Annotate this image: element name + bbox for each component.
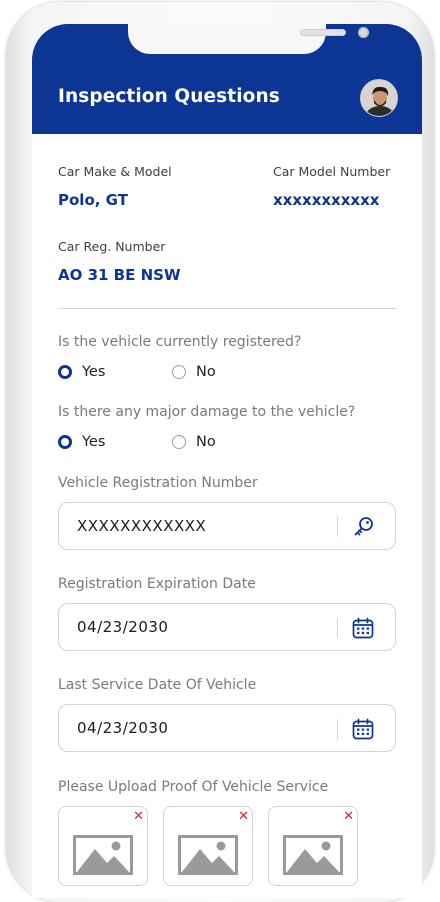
upload-proof-label: Please Upload Proof Of Vehicle Service: [58, 779, 329, 795]
last-service-date-field[interactable]: 04/23/2030: [58, 704, 396, 752]
car-model-number-value: xxxxxxxxxxx: [273, 191, 380, 209]
section-divider: [58, 308, 396, 309]
radio-selected-icon: [58, 435, 72, 449]
car-make-model-label: Car Make & Model: [58, 164, 172, 179]
expiration-date-label: Registration Expiration Date: [58, 576, 256, 592]
registration-number-value: XXXXXXXXXXXX: [77, 517, 207, 535]
radio-label: No: [196, 364, 216, 380]
key-icon[interactable]: [349, 513, 377, 541]
remove-icon[interactable]: ✕: [343, 809, 354, 824]
calendar-icon[interactable]: [349, 715, 377, 743]
car-reg-value: AO 31 BE NSW: [58, 266, 181, 284]
app-screen: Inspection Questions Car Make & Model Po…: [32, 24, 422, 898]
upload-thumbnail[interactable]: ✕: [268, 806, 358, 886]
field-separator: [337, 719, 338, 739]
phone-frame: Inspection Questions Car Make & Model Po…: [6, 2, 434, 902]
radio-label: No: [196, 434, 216, 450]
car-model-number-label: Car Model Number: [273, 164, 391, 179]
device-notch: [128, 24, 369, 54]
page-title: Inspection Questions: [58, 86, 280, 107]
question-damage: Is there any major damage to the vehicle…: [58, 404, 356, 420]
expiration-date-value: 04/23/2030: [77, 618, 169, 636]
question-registered: Is the vehicle currently registered?: [58, 334, 302, 350]
registration-number-field[interactable]: XXXXXXXXXXXX: [58, 502, 396, 550]
avatar[interactable]: [360, 79, 398, 117]
car-make-model-value: Polo, GT: [58, 191, 128, 209]
radio-unselected-icon: [172, 365, 186, 379]
field-separator: [337, 517, 338, 537]
remove-icon[interactable]: ✕: [133, 809, 144, 824]
radio-damage-no[interactable]: No: [172, 434, 216, 450]
car-reg-label: Car Reg. Number: [58, 239, 166, 254]
image-placeholder-icon: [73, 835, 133, 875]
field-separator: [337, 618, 338, 638]
calendar-icon[interactable]: [349, 614, 377, 642]
radio-registered-yes[interactable]: Yes: [58, 364, 105, 380]
radio-damage-yes[interactable]: Yes: [58, 434, 105, 450]
radio-registered-no[interactable]: No: [172, 364, 216, 380]
speaker-grille: [300, 29, 346, 36]
upload-thumbnail[interactable]: ✕: [58, 806, 148, 886]
last-service-date-label: Last Service Date Of Vehicle: [58, 677, 257, 693]
expiration-date-field[interactable]: 04/23/2030: [58, 603, 396, 651]
image-placeholder-icon: [178, 835, 238, 875]
upload-thumbnail[interactable]: ✕: [163, 806, 253, 886]
front-camera: [358, 27, 369, 38]
user-avatar-icon: [361, 80, 397, 116]
last-service-date-value: 04/23/2030: [77, 719, 169, 737]
registration-number-label: Vehicle Registration Number: [58, 475, 258, 491]
remove-icon[interactable]: ✕: [238, 809, 249, 824]
radio-label: Yes: [82, 434, 106, 450]
radio-unselected-icon: [172, 435, 186, 449]
image-placeholder-icon: [283, 835, 343, 875]
radio-label: Yes: [82, 364, 106, 380]
radio-selected-icon: [58, 365, 72, 379]
